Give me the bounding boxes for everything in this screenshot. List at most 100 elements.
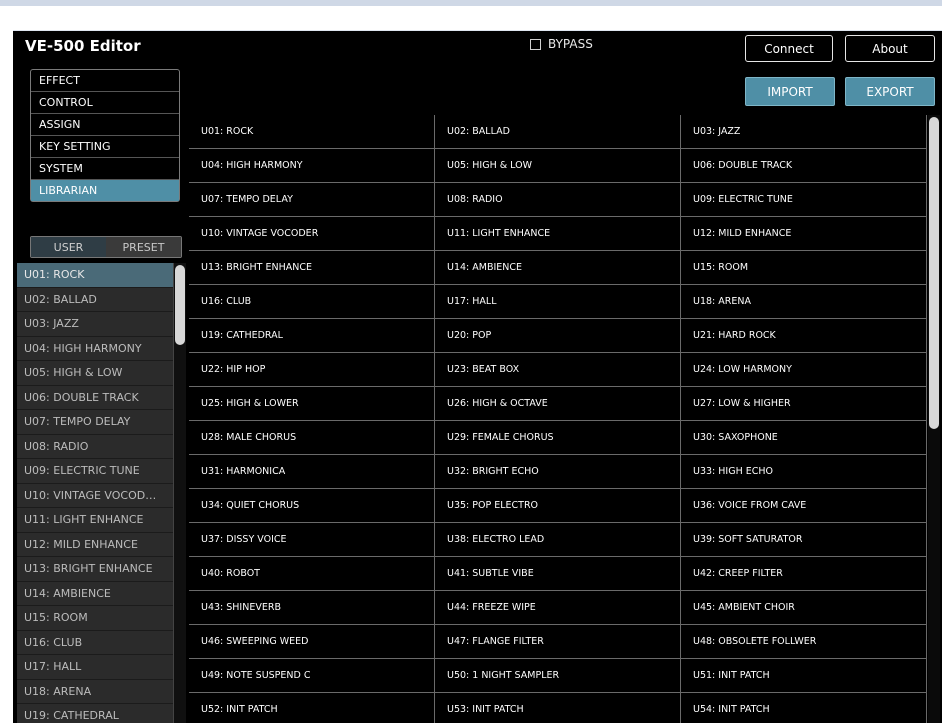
patch-grid-row: U01: ROCK U02: BALLAD U03: JAZZ xyxy=(189,115,927,149)
patch-grid-cell[interactable]: U19: CATHEDRAL xyxy=(189,319,435,352)
patch-list-item[interactable]: U04: HIGH HARMONY xyxy=(17,336,173,361)
patch-list-item[interactable]: U17: HALL xyxy=(17,655,173,680)
patch-grid-cell[interactable]: U34: QUIET CHORUS xyxy=(189,489,435,522)
menu-item-key-setting[interactable]: KEY SETTING xyxy=(31,136,179,158)
patch-list-item[interactable]: U05: HIGH & LOW xyxy=(17,361,173,386)
patch-grid-cell[interactable]: U03: JAZZ xyxy=(681,115,927,148)
menu-item-control[interactable]: CONTROL xyxy=(31,92,179,114)
patch-grid-row: U46: SWEEPING WEED U47: FLANGE FILTER U48:… xyxy=(189,625,927,659)
patch-grid-cell[interactable]: U13: BRIGHT ENHANCE xyxy=(189,251,435,284)
patch-list-item[interactable]: U03: JAZZ xyxy=(17,312,173,337)
patch-grid-cell[interactable]: U14: AMBIENCE xyxy=(435,251,681,284)
patch-grid-cell[interactable]: U24: LOW HARMONY xyxy=(681,353,927,386)
patch-grid-cell[interactable]: U04: HIGH HARMONY xyxy=(189,149,435,182)
patch-grid-cell[interactable]: U29: FEMALE CHORUS xyxy=(435,421,681,454)
patch-grid-cell[interactable]: U46: SWEEPING WEED xyxy=(189,625,435,658)
patch-grid-cell[interactable]: U01: ROCK xyxy=(189,115,435,148)
patch-grid-cell[interactable]: U38: ELECTRO LEAD xyxy=(435,523,681,556)
patch-grid-row: U31: HARMONICA U32: BRIGHT ECHO U33: HIGH … xyxy=(189,455,927,489)
patch-grid-cell[interactable]: U08: RADIO xyxy=(435,183,681,216)
preset-tab[interactable]: PRESET xyxy=(106,237,181,257)
patch-grid-cell[interactable]: U44: FREEZE WIPE xyxy=(435,591,681,624)
patch-grid-cell[interactable]: U49: NOTE SUSPEND C xyxy=(189,659,435,692)
patch-list-item[interactable]: U15: ROOM xyxy=(17,606,173,631)
menu-item-assign[interactable]: ASSIGN xyxy=(31,114,179,136)
patch-grid-cell[interactable]: U06: DOUBLE TRACK xyxy=(681,149,927,182)
patch-list-item[interactable]: U16: CLUB xyxy=(17,630,173,655)
patch-grid-cell[interactable]: U35: POP ELECTRO xyxy=(435,489,681,522)
patch-grid-cell[interactable]: U12: MILD ENHANCE xyxy=(681,217,927,250)
user-tab[interactable]: USER xyxy=(31,237,106,257)
patch-grid-cell[interactable]: U52: INIT PATCH xyxy=(189,693,435,723)
patch-grid-cell[interactable]: U47: FLANGE FILTER xyxy=(435,625,681,658)
patch-list-item[interactable]: U10: VINTAGE VOCOD… xyxy=(17,483,173,508)
patch-list-scroll-thumb[interactable] xyxy=(175,265,185,345)
patch-grid-cell[interactable]: U50: 1 NIGHT SAMPLER xyxy=(435,659,681,692)
patch-grid-cell[interactable]: U11: LIGHT ENHANCE xyxy=(435,217,681,250)
patch-grid-cell[interactable]: U18: ARENA xyxy=(681,285,927,318)
patch-grid-cell[interactable]: U07: TEMPO DELAY xyxy=(189,183,435,216)
patch-grid-cell[interactable]: U27: LOW & HIGHER xyxy=(681,387,927,420)
patch-grid-cell[interactable]: U15: ROOM xyxy=(681,251,927,284)
patch-grid-cell[interactable]: U20: POP xyxy=(435,319,681,352)
patch-grid-cell[interactable]: U16: CLUB xyxy=(189,285,435,318)
patch-grid-cell[interactable]: U54: INIT PATCH xyxy=(681,693,927,723)
patch-grid-cell[interactable]: U23: BEAT BOX xyxy=(435,353,681,386)
patch-list-item[interactable]: U11: LIGHT ENHANCE xyxy=(17,508,173,533)
patch-list-item[interactable]: U19: CATHEDRAL xyxy=(17,704,173,723)
patch-grid-row: U28: MALE CHORUS U29: FEMALE CHORUS U30: S… xyxy=(189,421,927,455)
app-title: VE-500 Editor xyxy=(25,37,141,55)
patch-grid-row: U43: SHINEVERB U44: FREEZE WIPE U45: AMBIE… xyxy=(189,591,927,625)
patch-grid-cell[interactable]: U41: SUBTLE VIBE xyxy=(435,557,681,590)
patch-list-item[interactable]: U06: DOUBLE TRACK xyxy=(17,385,173,410)
patch-grid-row: U34: QUIET CHORUS U35: POP ELECTRO U36: VO… xyxy=(189,489,927,523)
patch-grid-cell[interactable]: U37: DISSY VOICE xyxy=(189,523,435,556)
patch-grid-cell[interactable]: U30: SAXOPHONE xyxy=(681,421,927,454)
patch-list-item[interactable]: U12: MILD ENHANCE xyxy=(17,532,173,557)
patch-list-item[interactable]: U14: AMBIENCE xyxy=(17,581,173,606)
patch-grid-cell[interactable]: U40: ROBOT xyxy=(189,557,435,590)
menu-item-effect[interactable]: EFFECT xyxy=(31,70,179,92)
patch-grid-cell[interactable]: U28: MALE CHORUS xyxy=(189,421,435,454)
patch-grid-scroll-thumb[interactable] xyxy=(929,117,939,429)
about-button[interactable]: About xyxy=(845,35,935,62)
patch-list-item[interactable]: U02: BALLAD xyxy=(17,287,173,312)
import-button[interactable]: IMPORT xyxy=(745,77,835,106)
patch-list-item[interactable]: U18: ARENA xyxy=(17,679,173,704)
patch-grid-cell[interactable]: U09: ELECTRIC TUNE xyxy=(681,183,927,216)
bypass-checkbox[interactable] xyxy=(530,38,541,50)
patch-list-item[interactable]: U09: ELECTRIC TUNE xyxy=(17,459,173,484)
connect-button[interactable]: Connect xyxy=(745,35,833,62)
patch-grid-cell[interactable]: U05: HIGH & LOW xyxy=(435,149,681,182)
menu-item-librarian[interactable]: LIBRARIAN xyxy=(31,180,179,201)
patch-grid-cell[interactable]: U42: CREEP FILTER xyxy=(681,557,927,590)
window-titlebar xyxy=(0,0,942,28)
patch-grid-cell[interactable]: U25: HIGH & LOWER xyxy=(189,387,435,420)
patch-list-item[interactable]: U08: RADIO xyxy=(17,434,173,459)
patch-grid-cell[interactable]: U21: HARD ROCK xyxy=(681,319,927,352)
patch-list-item[interactable]: U07: TEMPO DELAY xyxy=(17,410,173,435)
patch-grid-cell[interactable]: U10: VINTAGE VOCODER xyxy=(189,217,435,250)
menu-item-system[interactable]: SYSTEM xyxy=(31,158,179,180)
export-button[interactable]: EXPORT xyxy=(845,77,935,106)
bypass-toggle[interactable]: BYPASS xyxy=(530,37,593,51)
patch-grid-cell[interactable]: U32: BRIGHT ECHO xyxy=(435,455,681,488)
patch-grid-cell[interactable]: U17: HALL xyxy=(435,285,681,318)
patch-grid-cell[interactable]: U53: INIT PATCH xyxy=(435,693,681,723)
patch-list-item[interactable]: U13: BRIGHT ENHANCE xyxy=(17,557,173,582)
patch-grid-cell[interactable]: U39: SOFT SATURATOR xyxy=(681,523,927,556)
patch-list-item[interactable]: U01: ROCK xyxy=(17,263,173,288)
patch-grid-row: U52: INIT PATCH U53: INIT PATCH U54: INIT … xyxy=(189,693,927,723)
patch-grid-cell[interactable]: U33: HIGH ECHO xyxy=(681,455,927,488)
patch-grid-cell[interactable]: U45: AMBIENT CHOIR xyxy=(681,591,927,624)
patch-grid-cell[interactable]: U22: HIP HOP xyxy=(189,353,435,386)
patch-grid-cell[interactable]: U43: SHINEVERB xyxy=(189,591,435,624)
patch-list: U01: ROCK U02: BALLAD U03: JAZZ U04: HIGH H… xyxy=(17,263,174,723)
patch-grid-cell[interactable]: U02: BALLAD xyxy=(435,115,681,148)
patch-grid-cell[interactable]: U26: HIGH & OCTAVE xyxy=(435,387,681,420)
patch-grid-cell[interactable]: U31: HARMONICA xyxy=(189,455,435,488)
patch-grid-cell[interactable]: U36: VOICE FROM CAVE xyxy=(681,489,927,522)
patch-grid-cell[interactable]: U48: OBSOLETE FOLLWER xyxy=(681,625,927,658)
main-menu: EFFECT CONTROL ASSIGN KEY SETTING SYSTEM LIBR… xyxy=(30,69,180,202)
patch-grid-cell[interactable]: U51: INIT PATCH xyxy=(681,659,927,692)
